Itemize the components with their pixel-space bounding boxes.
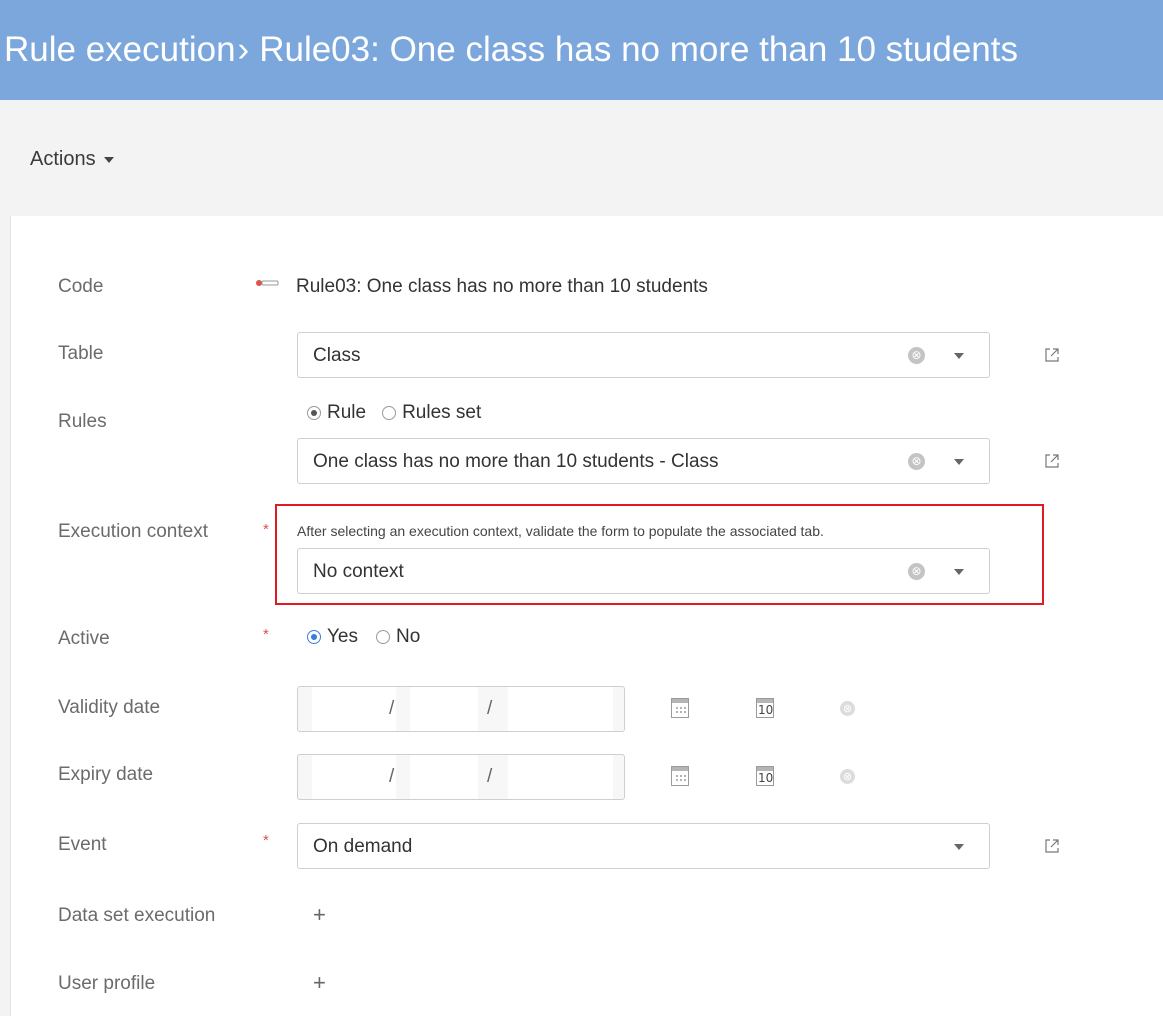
rules-radio-group: Rule Rules set bbox=[307, 402, 481, 424]
add-user-profile-button[interactable]: + bbox=[313, 970, 326, 996]
validity-date-label: Validity date bbox=[58, 697, 161, 718]
clear-icon[interactable]: ⊗ bbox=[908, 453, 925, 470]
data-set-execution-label: Data set execution bbox=[58, 905, 216, 926]
calendar-icon[interactable] bbox=[671, 766, 689, 786]
clear-icon[interactable]: ⊗ bbox=[840, 769, 855, 784]
caret-down-icon bbox=[103, 156, 114, 163]
radio-rule-label: Rule bbox=[327, 402, 367, 423]
user-profile-label: User profile bbox=[58, 973, 156, 994]
form-panel: Code Rule03: One class has no more than … bbox=[10, 216, 1163, 1016]
calendar-today-icon[interactable]: 10 bbox=[756, 766, 774, 786]
active-label: Active bbox=[58, 628, 110, 649]
calendar-today-icon[interactable]: 10 bbox=[756, 698, 774, 718]
clear-icon[interactable]: ⊗ bbox=[840, 701, 855, 716]
chevron-down-icon[interactable] bbox=[954, 569, 964, 575]
calendar-icon[interactable] bbox=[671, 698, 689, 718]
chevron-down-icon[interactable] bbox=[954, 353, 964, 359]
external-link-icon[interactable] bbox=[1044, 838, 1060, 854]
chevron-down-icon[interactable] bbox=[954, 844, 964, 850]
actions-menu-button[interactable]: Actions bbox=[30, 148, 114, 171]
date-month-segment[interactable] bbox=[410, 755, 478, 799]
event-select-value: On demand bbox=[313, 836, 413, 857]
rules-select-value: One class has no more than 10 students -… bbox=[313, 451, 719, 472]
execution-context-value: No context bbox=[313, 561, 404, 582]
breadcrumb-separator: › bbox=[237, 30, 250, 69]
date-year-segment[interactable] bbox=[508, 755, 613, 799]
date-separator: / bbox=[389, 698, 395, 719]
date-day-segment[interactable] bbox=[312, 687, 396, 731]
date-month-segment[interactable] bbox=[410, 687, 478, 731]
execution-context-hint: After selecting an execution context, va… bbox=[297, 523, 824, 539]
rules-label: Rules bbox=[58, 411, 107, 432]
required-marker: * bbox=[263, 626, 269, 643]
radio-active-no[interactable] bbox=[376, 630, 390, 644]
chevron-down-icon[interactable] bbox=[954, 459, 964, 465]
required-marker: * bbox=[263, 521, 269, 538]
validity-date-input[interactable]: / / bbox=[297, 686, 625, 732]
table-select-value: Class bbox=[313, 345, 361, 366]
code-value: Rule03: One class has no more than 10 st… bbox=[296, 276, 708, 297]
clear-icon[interactable]: ⊗ bbox=[908, 563, 925, 580]
radio-active-no-label: No bbox=[396, 626, 421, 647]
rule-code-icon bbox=[256, 280, 279, 286]
event-label: Event bbox=[58, 834, 107, 855]
code-label: Code bbox=[58, 276, 104, 297]
radio-rules-set[interactable] bbox=[382, 406, 397, 420]
date-separator: / bbox=[389, 766, 395, 787]
date-separator: / bbox=[487, 698, 493, 719]
rules-select[interactable]: One class has no more than 10 students -… bbox=[297, 438, 990, 484]
page-header: Rule execution› Rule03: One class has no … bbox=[0, 0, 1163, 100]
actions-label: Actions bbox=[30, 148, 96, 170]
calendar-today-day: 10 bbox=[758, 703, 774, 717]
external-link-icon[interactable] bbox=[1044, 347, 1060, 363]
add-data-set-execution-button[interactable]: + bbox=[313, 902, 326, 928]
execution-context-select[interactable]: No context ⊗ bbox=[297, 548, 990, 594]
toolbar: Actions bbox=[0, 100, 1163, 216]
breadcrumb-root[interactable]: Rule execution bbox=[4, 30, 236, 69]
radio-active-yes[interactable] bbox=[307, 630, 321, 644]
external-link-icon[interactable] bbox=[1044, 453, 1060, 469]
date-day-segment[interactable] bbox=[312, 755, 396, 799]
event-select[interactable]: On demand bbox=[297, 823, 990, 869]
date-separator: / bbox=[487, 766, 493, 787]
left-gutter bbox=[0, 216, 10, 1016]
date-year-segment[interactable] bbox=[508, 687, 613, 731]
calendar-today-day: 10 bbox=[758, 771, 774, 785]
page-title: Rule03: One class has no more than 10 st… bbox=[259, 30, 1018, 69]
execution-context-label: Execution context bbox=[58, 521, 208, 542]
expiry-date-input[interactable]: / / bbox=[297, 754, 625, 800]
radio-rules-set-label: Rules set bbox=[402, 402, 482, 423]
radio-active-yes-label: Yes bbox=[327, 626, 358, 647]
expiry-date-label: Expiry date bbox=[58, 764, 154, 785]
required-marker: * bbox=[263, 832, 269, 849]
clear-icon[interactable]: ⊗ bbox=[908, 347, 925, 364]
table-label: Table bbox=[58, 343, 104, 364]
active-radio-group: Yes No bbox=[307, 626, 420, 648]
radio-rule[interactable] bbox=[307, 406, 321, 420]
table-select[interactable]: Class ⊗ bbox=[297, 332, 990, 378]
